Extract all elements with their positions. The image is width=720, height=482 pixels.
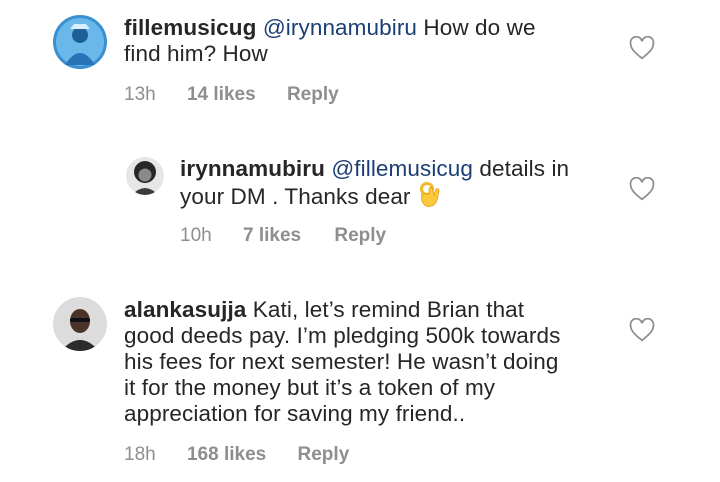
profile-photo-icon [126, 157, 164, 195]
comment-time: 13h [124, 84, 156, 105]
reply-button[interactable]: Reply [334, 225, 386, 247]
comment-text: it for the money but it’s a token of my [124, 375, 496, 400]
comment-text: his fees for next semester! He wasn’t do… [124, 349, 559, 374]
ok-hand-emoji-icon [417, 182, 441, 208]
likes-count[interactable]: 7 likes [243, 225, 301, 247]
comment-fillemusicug: fillemusicug @irynnamubiru How do we fin… [0, 0, 720, 120]
comment-text: good deeds pay. I’m pledging 500k toward… [124, 323, 561, 348]
comment-time: 10h [180, 225, 212, 246]
avatar[interactable] [53, 15, 107, 69]
heart-outline-icon[interactable] [629, 318, 655, 342]
comment-alankasujja: alankasujja Kati, let’s remind Brian tha… [0, 280, 720, 480]
profile-photo-icon [53, 297, 107, 351]
avatar[interactable] [53, 297, 107, 351]
likes-count[interactable]: 168 likes [187, 444, 266, 466]
comment-mention[interactable]: @fillemusicug [331, 156, 473, 181]
comment-username[interactable]: fillemusicug [124, 15, 256, 40]
comment-text: appreciation for saving my friend.. [124, 401, 466, 426]
comment-text: Kati, let’s remind Brian that [246, 297, 525, 322]
comment-time: 18h [124, 444, 156, 465]
comment-text: How do we [417, 15, 536, 40]
comment-text: details in [473, 156, 570, 181]
reply-button[interactable]: Reply [287, 84, 339, 106]
profile-photo-icon [53, 15, 107, 69]
likes-count[interactable]: 14 likes [187, 84, 256, 106]
avatar[interactable] [126, 157, 164, 195]
comment-username[interactable]: alankasujja [124, 297, 246, 322]
reply-button[interactable]: Reply [298, 444, 350, 466]
comment-text: your DM . Thanks dear [180, 184, 411, 209]
comment-username[interactable]: irynnamubiru [180, 156, 325, 181]
comment-irynnamubiru: irynnamubiru @fillemusicug details in yo… [0, 140, 720, 260]
heart-outline-icon[interactable] [629, 36, 655, 60]
heart-outline-icon[interactable] [629, 177, 655, 201]
comment-mention[interactable]: @irynnamubiru [263, 15, 417, 40]
comment-text: find him? How [124, 41, 268, 66]
